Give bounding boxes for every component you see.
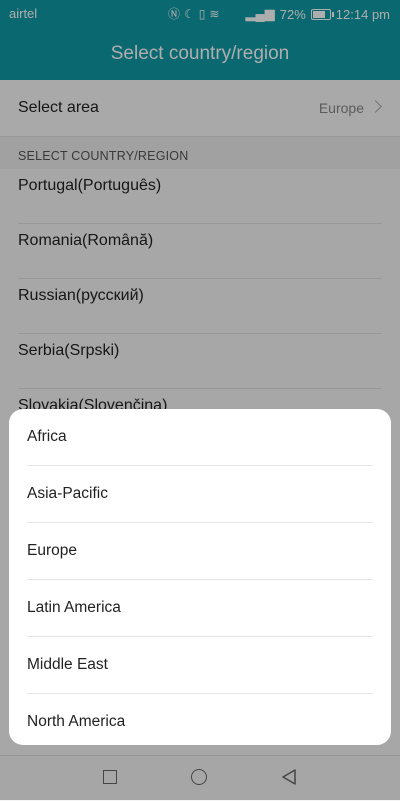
area-option-north-america[interactable]: North America — [27, 694, 373, 750]
area-option-asia-pacific[interactable]: Asia-Pacific — [27, 466, 373, 523]
option-label: Europe — [27, 542, 77, 559]
area-selection-dialog: Africa Asia-Pacific Europe Latin America… — [9, 409, 391, 745]
option-label: Asia-Pacific — [27, 485, 108, 502]
area-option-africa[interactable]: Africa — [27, 409, 373, 466]
area-option-latin-america[interactable]: Latin America — [27, 580, 373, 637]
option-label: Middle East — [27, 656, 108, 673]
area-option-middle-east[interactable]: Middle East — [27, 637, 373, 694]
area-option-europe[interactable]: Europe — [27, 523, 373, 580]
option-label: Africa — [27, 428, 67, 445]
option-label: North America — [27, 713, 126, 730]
option-label: Latin America — [27, 599, 121, 616]
